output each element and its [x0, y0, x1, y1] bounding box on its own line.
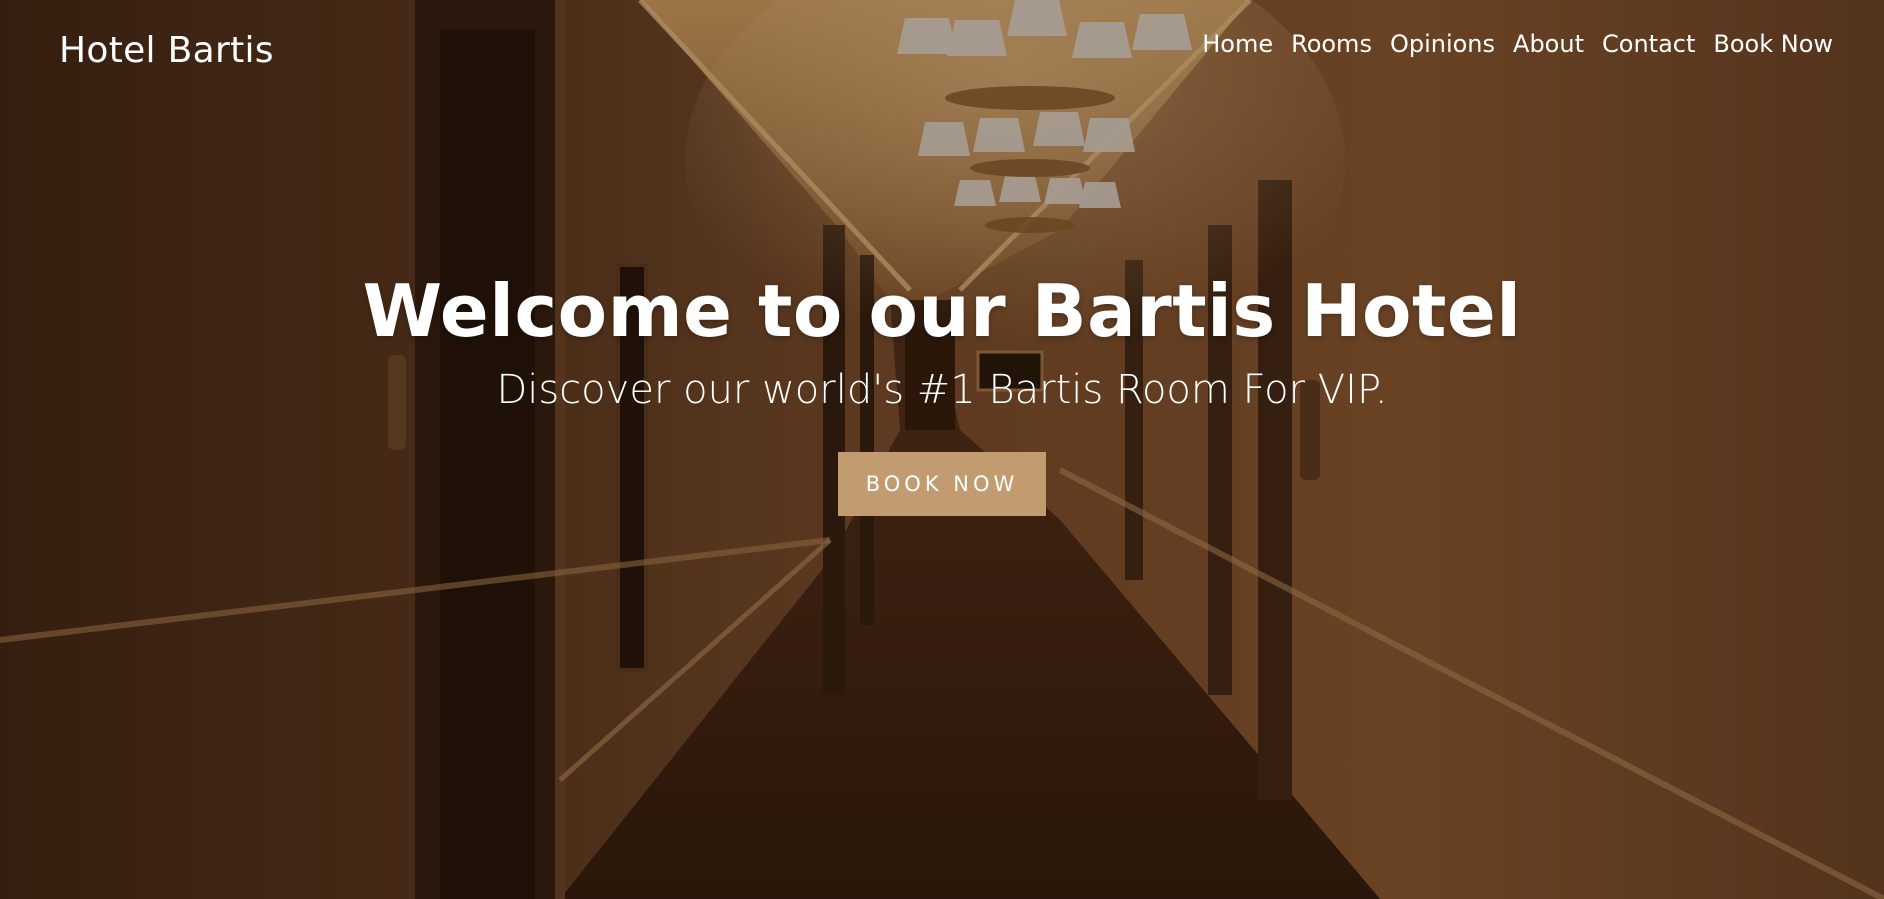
hero-section: Hotel Bartis Home Rooms Opinions About C…	[0, 0, 1884, 899]
hero-title: Welcome to our Bartis Hotel	[362, 269, 1522, 353]
main-navigation: Home Rooms Opinions About Contact Book N…	[1202, 24, 1833, 64]
nav-item-book-now[interactable]: Book Now	[1713, 24, 1833, 64]
nav-item-opinions[interactable]: Opinions	[1390, 24, 1495, 64]
hero-subtitle: Discover our world's #1 Bartis Room For …	[496, 367, 1388, 413]
book-now-button[interactable]: BOOK NOW	[838, 452, 1046, 516]
site-logo[interactable]: Hotel Bartis	[59, 27, 274, 75]
nav-item-rooms[interactable]: Rooms	[1291, 24, 1372, 64]
nav-item-about[interactable]: About	[1513, 24, 1584, 64]
nav-item-contact[interactable]: Contact	[1602, 24, 1695, 64]
hero-content: Welcome to our Bartis Hotel Discover our…	[0, 268, 1884, 516]
nav-item-home[interactable]: Home	[1202, 24, 1273, 64]
